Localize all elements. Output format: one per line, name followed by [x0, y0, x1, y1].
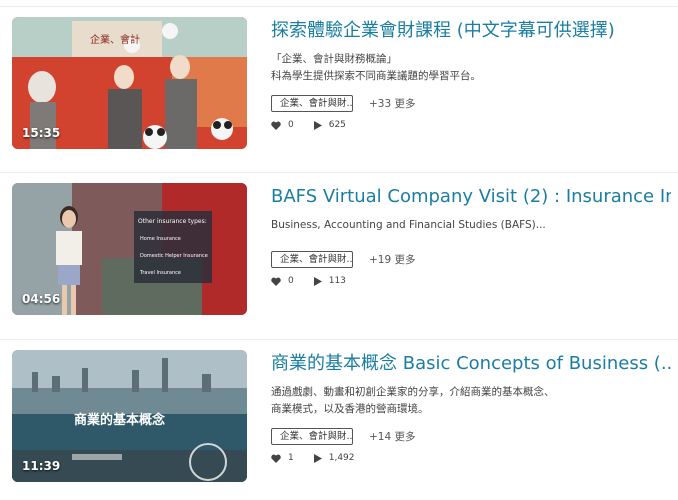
play-icon [313, 120, 322, 130]
panel-item: Domestic Helper Insurance [140, 253, 208, 259]
video-title-link[interactable]: 探索體驗企業會財課程 (中文字幕可供選擇) [271, 19, 671, 43]
tag-row: 企業、會計與財... +19 更多 [271, 251, 671, 268]
video-description: 「企業、會計與財務概論」 科為學生提供探索不同商業議題的學習平台。 [271, 51, 671, 85]
video-duration: 04:56 [22, 292, 61, 306]
video-duration: 15:35 [22, 126, 61, 140]
description-line: 通過戲劇、動畫和初創企業家的分享，介紹商業的基本概念、 [271, 386, 555, 398]
video-description: 通過戲劇、動畫和初創企業家的分享，介紹商業的基本概念、 商業模式，以及香港的營商… [271, 384, 671, 418]
video-info: BAFS Virtual Company Visit (2) : Insuran… [271, 185, 671, 286]
video-description: Business, Accounting and Financial Studi… [271, 217, 671, 234]
tag-row: 企業、會計與財... +14 更多 [271, 428, 671, 445]
likes-stat: 1 [271, 453, 294, 463]
description-line: Business, Accounting and Financial Studi… [271, 219, 546, 231]
video-stats: 0 625 [271, 120, 671, 130]
description-line: 商業模式，以及香港的營商環境。 [271, 403, 429, 415]
video-card: Other insurance types: Home Insurance Do… [0, 172, 678, 323]
likes-stat: 0 [271, 276, 294, 286]
thumbnail-caption: 商業的基本概念 [74, 412, 165, 428]
plays-stat: 113 [313, 276, 346, 286]
video-stats: 1 1,492 [271, 453, 671, 463]
panel-heading: Other insurance types: [138, 218, 207, 225]
panel-item: Home Insurance [140, 236, 181, 242]
tag-row: 企業、會計與財... +33 更多 [271, 95, 671, 112]
more-tags-link[interactable]: +19 更多 [369, 252, 416, 267]
thumbnail-sign-text: 企業、會計 [90, 33, 140, 46]
description-line: 「企業、會計與財務概論」 [271, 53, 397, 65]
plays-count: 625 [328, 120, 346, 130]
video-duration: 11:39 [22, 459, 61, 473]
video-title-link[interactable]: 商業的基本概念 Basic Concepts of Business (... [271, 352, 671, 376]
video-stats: 0 113 [271, 276, 671, 286]
video-thumbnail[interactable]: Other insurance types: Home Insurance Do… [12, 183, 247, 315]
panel-item: Travel Insurance [139, 270, 181, 276]
heart-icon [271, 454, 281, 463]
more-tags-link[interactable]: +33 更多 [369, 96, 416, 111]
video-info: 探索體驗企業會財課程 (中文字幕可供選擇) 「企業、會計與財務概論」 科為學生提… [271, 19, 671, 130]
video-list: 企業、會計 15:35 探索體驗企業會財課程 (中文字幕可供選擇) 「企業、會計… [0, 0, 678, 500]
video-info: 商業的基本概念 Basic Concepts of Business (... … [271, 352, 671, 463]
video-card: 企業、會計 15:35 探索體驗企業會財課程 (中文字幕可供選擇) 「企業、會計… [0, 6, 678, 157]
heart-icon [271, 121, 281, 130]
heart-icon [271, 277, 281, 286]
play-icon [313, 453, 322, 463]
play-icon [313, 276, 322, 286]
plays-stat: 1,492 [313, 453, 355, 463]
likes-count: 0 [288, 276, 294, 286]
likes-stat: 0 [271, 120, 294, 130]
description-line: 科為學生提供探索不同商業議題的學習平台。 [271, 70, 481, 82]
video-card: 商業的基本概念 11:39 商業的基本概念 Basic Concepts of … [0, 339, 678, 490]
plays-count: 1,492 [328, 453, 355, 463]
video-thumbnail[interactable]: 企業、會計 15:35 [12, 17, 247, 149]
likes-count: 1 [288, 453, 294, 463]
more-tags-link[interactable]: +14 更多 [369, 429, 416, 444]
plays-stat: 625 [313, 120, 346, 130]
likes-count: 0 [288, 120, 294, 130]
category-tag[interactable]: 企業、會計與財... [271, 251, 353, 268]
category-tag[interactable]: 企業、會計與財... [271, 95, 353, 112]
plays-count: 113 [328, 276, 346, 286]
category-tag[interactable]: 企業、會計與財... [271, 428, 353, 445]
video-title-link[interactable]: BAFS Virtual Company Visit (2) : Insuran… [271, 185, 671, 209]
video-thumbnail[interactable]: 商業的基本概念 11:39 [12, 350, 247, 482]
